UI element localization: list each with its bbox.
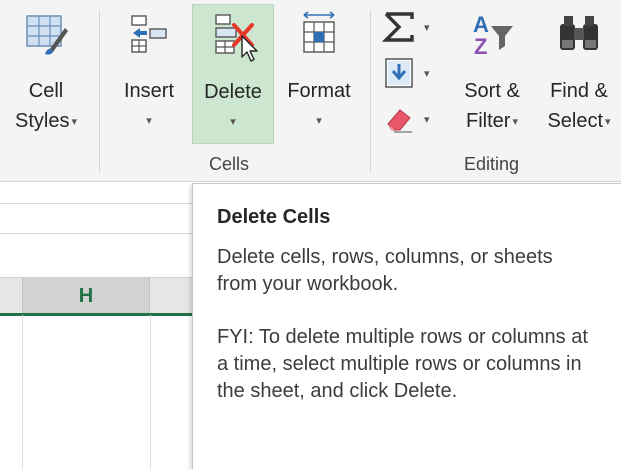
binoculars-icon (556, 10, 602, 56)
svg-text:Z: Z (474, 34, 487, 56)
format-button[interactable]: Format ▾ (280, 4, 358, 144)
cells-group-label: Cells (209, 154, 250, 174)
autosum-icon (382, 12, 414, 42)
delete-label: Delete (204, 81, 262, 103)
find-select-label-line2: Select ▾ (547, 106, 610, 137)
mouse-cursor-icon (241, 35, 258, 62)
sort-filter-label-line2: Filter ▾ (466, 106, 518, 137)
group-divider (99, 10, 100, 172)
delete-cells-tooltip: Delete Cells Delete cells, rows, columns… (192, 183, 621, 469)
chevron-down-icon: ▾ (71, 115, 77, 128)
find-select-label: Select (547, 110, 604, 132)
format-cells-icon (296, 10, 342, 56)
sort-filter-label: Filter (466, 110, 511, 132)
find-select-label-line1: Find & (550, 80, 608, 102)
cell-styles-button[interactable]: Cell Styles ▾ (0, 4, 92, 144)
chevron-down-icon: ▾ (316, 115, 322, 127)
tooltip-description: Delete cells, rows, columns, or sheets f… (217, 246, 553, 295)
editing-group-label: Editing (464, 154, 520, 174)
insert-label: Insert (123, 80, 175, 102)
clear-button[interactable]: ▾ (382, 102, 430, 136)
tooltip-title: Delete Cells (217, 206, 331, 228)
chevron-down-icon: ▾ (424, 67, 430, 80)
group-divider (370, 10, 371, 172)
insert-cells-icon (126, 10, 172, 56)
insert-button[interactable]: Insert ▾ (114, 4, 184, 144)
ribbon: Cell Styles ▾ Insert ▾ Delete ▾ Format ▾… (0, 0, 621, 182)
cell-styles-icon (23, 10, 69, 56)
eraser-icon (387, 109, 412, 133)
sort-filter-icon: A Z (469, 10, 515, 56)
selected-column-indicator (0, 313, 200, 316)
cell-styles-label-line2: Styles ▾ (15, 106, 77, 137)
column-header-h[interactable]: H (22, 277, 150, 315)
chevron-down-icon: ▾ (605, 115, 611, 128)
gridline (150, 315, 151, 469)
gridline (0, 233, 200, 234)
cell-styles-label-line1: Cell (28, 80, 64, 102)
tooltip-fyi: FYI: To delete multiple rows or columns … (217, 326, 588, 402)
cell-styles-label: Styles (15, 110, 70, 132)
chevron-down-icon: ▾ (230, 116, 236, 128)
find-select-button[interactable]: Find & Select ▾ (537, 4, 621, 144)
gridline (0, 203, 200, 204)
format-label: Format (287, 80, 351, 102)
autosum-button[interactable]: ▾ (382, 10, 430, 44)
delete-cells-icon (210, 11, 258, 62)
chevron-down-icon: ▾ (146, 115, 152, 127)
chevron-down-icon: ▾ (424, 113, 430, 126)
sort-filter-button[interactable]: A Z Sort & Filter ▾ (452, 4, 532, 144)
fill-down-icon (385, 58, 413, 88)
fill-button[interactable]: ▾ (382, 56, 430, 90)
chevron-down-icon: ▾ (424, 21, 430, 34)
gridline (22, 315, 23, 469)
chevron-down-icon: ▾ (512, 115, 518, 128)
sort-filter-label-line1: Sort & (464, 80, 520, 102)
delete-button[interactable]: Delete ▾ (192, 4, 274, 144)
